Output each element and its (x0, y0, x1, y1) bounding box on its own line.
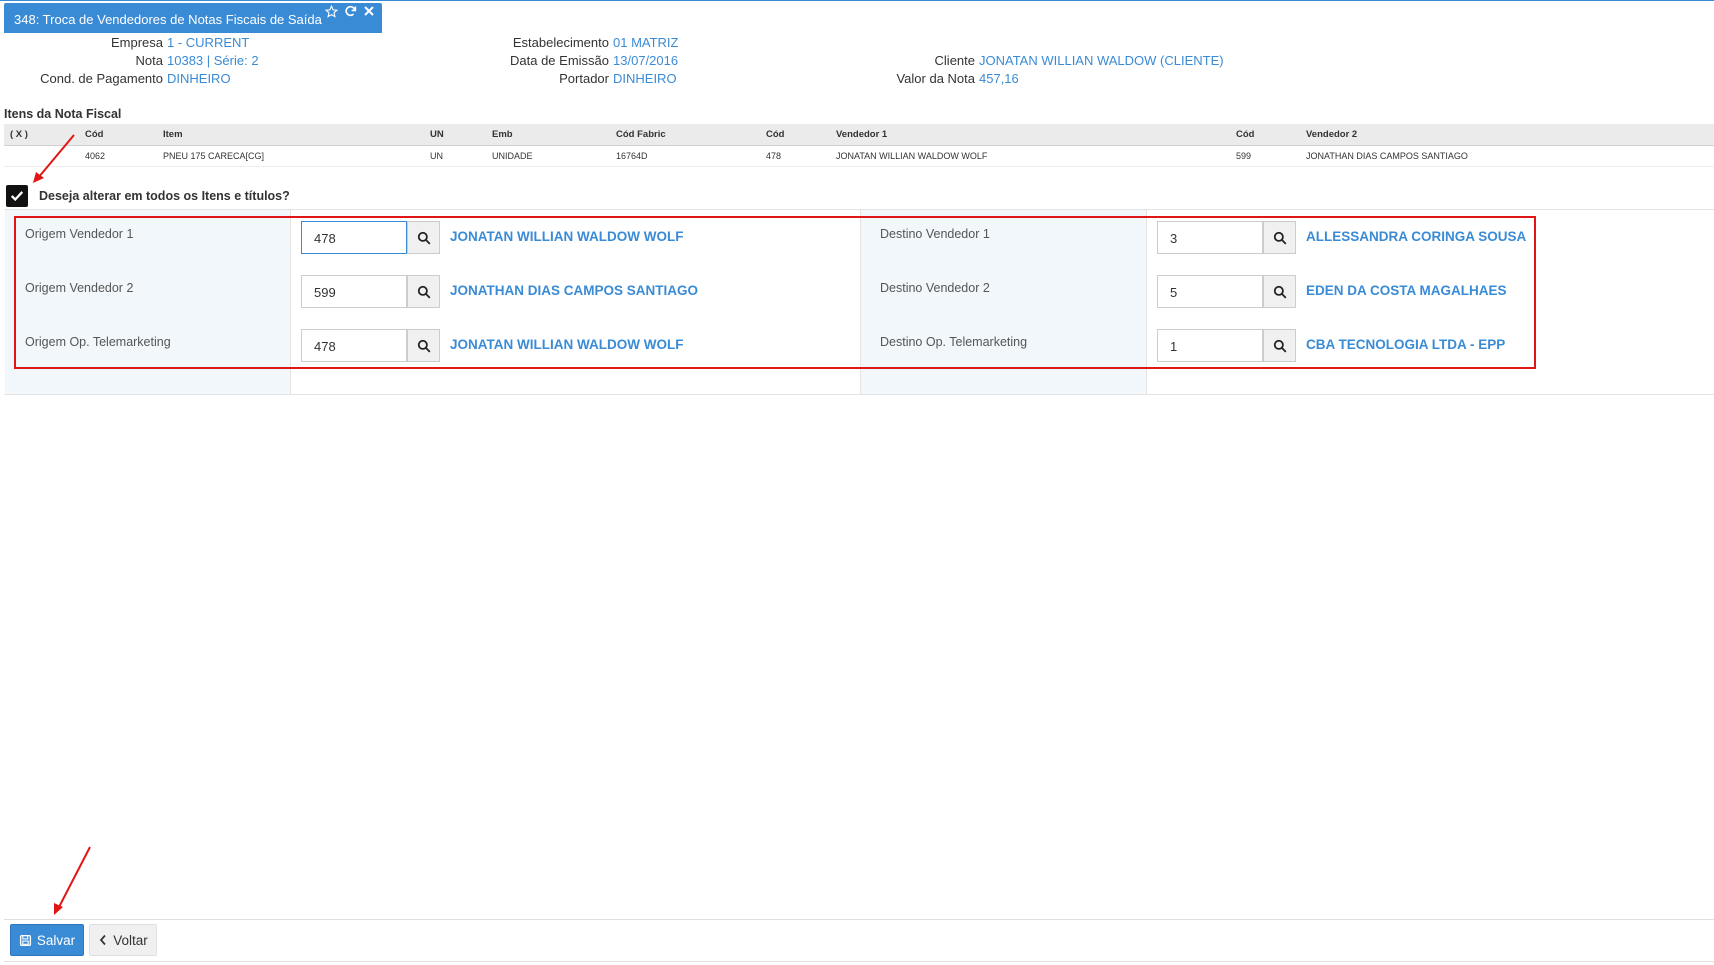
cell-item: PNEU 175 CARECA[CG] (163, 151, 265, 161)
origem-vendedor2-input[interactable]: 599 (301, 275, 407, 308)
destino-vendedor2-label: Destino Vendedor 2 (880, 281, 990, 295)
col-cod-fabric[interactable]: Cód Fabric (616, 129, 666, 140)
nota-value: 10383 | Série: 2 (167, 53, 259, 68)
cell-cod: 4062 (85, 151, 106, 161)
destino-vendedor1-input[interactable]: 3 (1157, 221, 1263, 254)
nota-label: Nota (135, 53, 163, 68)
destino-vendedor2-input[interactable]: 5 (1157, 275, 1263, 308)
origem-vendedor2-name[interactable]: JONATHAN DIAS CAMPOS SANTIAGO (450, 283, 698, 298)
origem-vendedor2-search-button[interactable] (407, 275, 440, 308)
search-icon (1273, 231, 1286, 244)
valor-nota-value: 457,16 (979, 71, 1019, 86)
save-button-label: Salvar (36, 932, 76, 948)
destino-telemarketing-search-button[interactable] (1263, 329, 1296, 362)
destino-telemarketing-label: Destino Op. Telemarketing (880, 335, 1028, 349)
cliente-field: Cliente JONATAN WILLIAN WALDOW (CLIENTE) (880, 53, 1224, 68)
cond-pagamento-label: Cond. de Pagamento (40, 71, 163, 86)
cond-pagamento-field: Cond. de Pagamento DINHEIRO (40, 71, 231, 86)
cond-pagamento-value: DINHEIRO (167, 71, 231, 86)
items-table: ( X ) Cód Item UN Emb Cód Fabric Cód Ven… (4, 124, 1714, 167)
annotation-arrow-checkbox (33, 134, 75, 183)
cell-un: UN (430, 151, 443, 161)
valor-nota-field: Valor da Nota 457,16 (880, 71, 1019, 86)
items-section-title: Itens da Nota Fiscal (4, 107, 122, 121)
col-item[interactable]: Item (163, 129, 183, 140)
alter-all-checkbox[interactable] (6, 185, 28, 207)
window-tab[interactable]: 348: Troca de Vendedores de Notas Fiscai… (4, 3, 382, 33)
close-icon[interactable] (362, 5, 376, 19)
estabelecimento-value: 01 MATRIZ (613, 35, 679, 50)
origem-telemarketing-search-button[interactable] (407, 329, 440, 362)
back-button-label: Voltar (113, 932, 148, 948)
origem-telemarketing-input[interactable]: 478 (301, 329, 407, 362)
cell-cod-vendedor1: 478 (766, 151, 782, 161)
search-icon (1273, 285, 1286, 298)
col-cod-vendedor2[interactable]: Cód (1236, 129, 1254, 140)
items-table-header: ( X ) Cód Item UN Emb Cód Fabric Cód Ven… (4, 124, 1714, 146)
save-button[interactable]: Salvar (10, 924, 84, 956)
destino-telemarketing-input[interactable]: 1 (1157, 329, 1263, 362)
destino-vendedor1-label: Destino Vendedor 1 (880, 227, 990, 241)
estabelecimento-label: Estabelecimento (512, 35, 609, 50)
destino-telemarketing-name[interactable]: CBA TECNOLOGIA LTDA - EPP (1306, 337, 1505, 352)
footer-divider-top (4, 919, 1714, 920)
check-icon (10, 191, 24, 202)
cell-vendedor1: JONATAN WILLIAN WALDOW WOLF (836, 151, 988, 161)
col-emb[interactable]: Emb (492, 129, 513, 140)
destino-vendedor1-search-button[interactable] (1263, 221, 1296, 254)
estabelecimento-field: Estabelecimento 01 MATRIZ (470, 35, 679, 50)
empresa-label: Empresa (110, 35, 163, 50)
refresh-icon[interactable] (343, 5, 357, 19)
portador-label: Portador (559, 71, 609, 86)
search-icon (1273, 339, 1286, 352)
origem-vendedor2-label: Origem Vendedor 2 (25, 281, 134, 295)
data-emissao-field: Data de Emissão 13/07/2016 (470, 53, 678, 68)
cell-emb: UNIDADE (492, 151, 533, 161)
data-emissao-value: 13/07/2016 (613, 53, 679, 68)
portador-value: DINHEIRO (613, 71, 677, 86)
origem-vendedor1-search-button[interactable] (407, 221, 440, 254)
table-row[interactable]: 4062 PNEU 175 CARECA[CG] UN UNIDADE 1676… (4, 146, 1714, 167)
destino-vendedor1-name[interactable]: ALLESSANDRA CORINGA SOUSA (1306, 229, 1526, 244)
nota-field: Nota 10383 | Série: 2 (40, 53, 259, 68)
origem-telemarketing-name[interactable]: JONATAN WILLIAN WALDOW WOLF (450, 337, 683, 352)
col-vendedor1[interactable]: Vendedor 1 (836, 129, 887, 140)
floppy-disk-icon (19, 934, 32, 947)
cell-vendedor2: JONATHAN DIAS CAMPOS SANTIAGO (1306, 151, 1468, 161)
top-accent-line (0, 0, 1714, 1)
col-un[interactable]: UN (430, 129, 444, 140)
search-icon (417, 231, 430, 244)
col-cod[interactable]: Cód (85, 129, 103, 140)
destino-vendedor2-search-button[interactable] (1263, 275, 1296, 308)
col-vendedor2[interactable]: Vendedor 2 (1306, 129, 1357, 140)
cliente-label: Cliente (934, 53, 975, 68)
destino-vendedor2-name[interactable]: EDEN DA COSTA MAGALHAES (1306, 283, 1507, 298)
valor-nota-label: Valor da Nota (896, 71, 975, 86)
cell-cod-vendedor2: 599 (1236, 151, 1252, 161)
cliente-value: JONATAN WILLIAN WALDOW (CLIENTE) (979, 53, 1224, 68)
col-cod-vendedor1[interactable]: Cód (766, 129, 784, 140)
portador-field: Portador DINHEIRO (470, 71, 677, 86)
star-outline-icon[interactable] (324, 4, 338, 19)
footer-divider-bottom (4, 961, 1714, 962)
annotation-arrow-save (54, 846, 91, 915)
alter-all-checkbox-row[interactable]: Deseja alterar em todos os Itens e títul… (6, 185, 290, 207)
col-select-all[interactable]: ( X ) (10, 129, 28, 140)
search-icon (417, 339, 430, 352)
origem-telemarketing-label: Origem Op. Telemarketing (25, 335, 171, 349)
search-icon (417, 285, 430, 298)
alter-all-checkbox-label: Deseja alterar em todos os Itens e títul… (39, 189, 290, 203)
empresa-field: Empresa 1 - CURRENT (40, 35, 249, 50)
origem-vendedor1-label: Origem Vendedor 1 (25, 227, 134, 241)
data-emissao-label: Data de Emissão (510, 53, 609, 68)
origem-vendedor1-input[interactable]: 478 (301, 221, 407, 254)
origem-vendedor1-name[interactable]: JONATAN WILLIAN WALDOW WOLF (450, 229, 683, 244)
tab-title: 348: Troca de Vendedores de Notas Fiscai… (14, 12, 322, 27)
back-button[interactable]: Voltar (89, 924, 157, 956)
cell-cod-fabric: 16764D (616, 151, 648, 161)
empresa-value: 1 - CURRENT (167, 35, 250, 50)
chevron-left-icon (98, 934, 108, 946)
